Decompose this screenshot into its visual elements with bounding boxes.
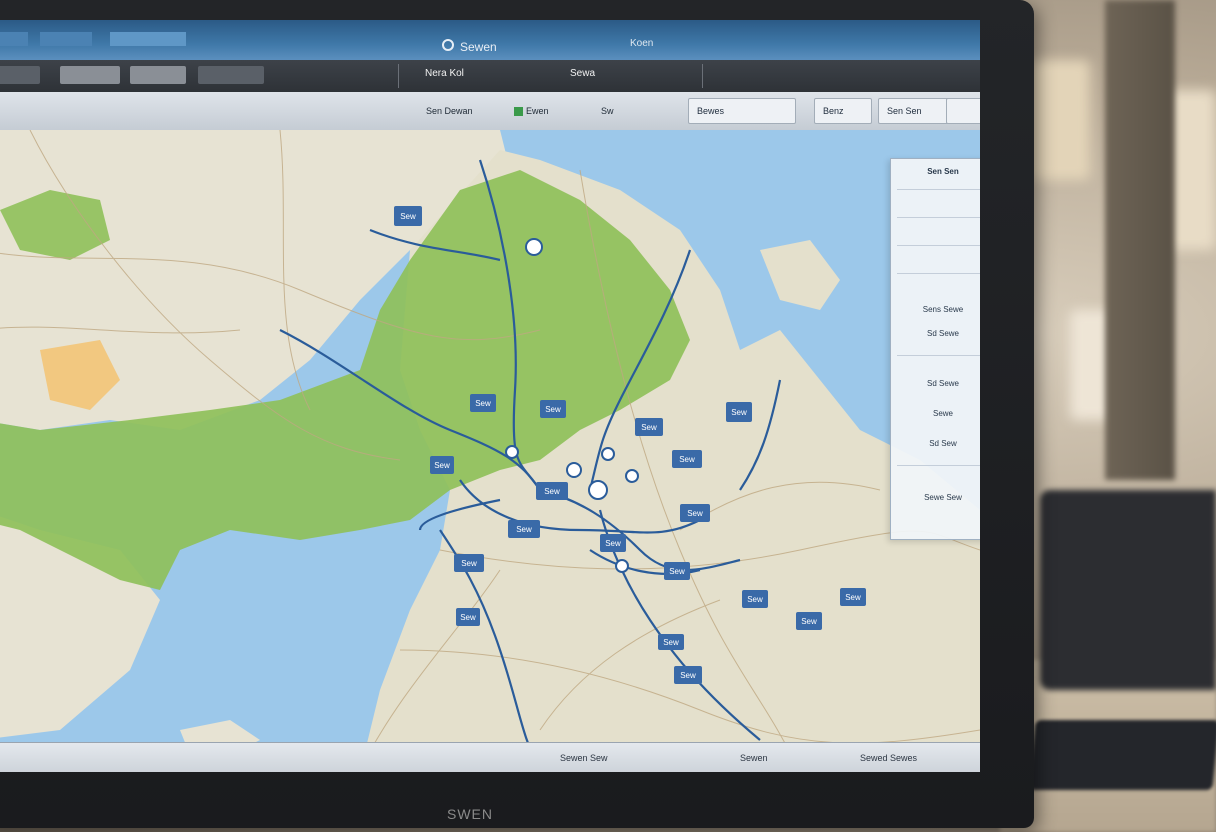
divider — [897, 355, 980, 356]
window-tab[interactable] — [110, 32, 186, 46]
window-tab[interactable] — [0, 32, 28, 46]
toolbar-button[interactable]: Bewes — [688, 98, 796, 124]
monitor-brand-logo: SWEN — [447, 806, 493, 822]
toolbar-button[interactable] — [130, 66, 186, 84]
toolbar-item[interactable]: Sen Dewan — [420, 102, 479, 120]
map-marker-label: Sew — [679, 455, 695, 464]
map-marker-label: Sew — [475, 399, 491, 408]
map-marker-label: Sew — [845, 593, 861, 602]
toolbar-item[interactable]: Ewen — [508, 102, 555, 120]
divider — [897, 273, 980, 274]
divider — [897, 189, 980, 190]
chair — [1040, 490, 1216, 690]
secondary-toolbar: Sen Dewan Ewen Sw Bewes Benz Sen Sen — [0, 92, 980, 131]
divider — [897, 465, 980, 466]
legend-item[interactable]: Sens Sewe — [899, 305, 980, 314]
status-right: Sewed Sewes — [860, 753, 918, 763]
window-label: Koen — [630, 38, 654, 49]
legend-panel[interactable]: Sen Sen Sens Sewe Sd Sewe Sd Sewe Sewe S… — [890, 158, 980, 540]
map-marker-label: Sew — [605, 539, 621, 548]
map-canvas[interactable]: Sew Sew Sew Sew Sew Sew Sew Sew Sew Sew Sew Sew Sew S… — [0, 130, 980, 772]
toolbar-mid-label: Sewa — [570, 68, 596, 79]
map-marker-label: Sew — [687, 509, 703, 518]
toolbar-item-label: Ewen — [526, 106, 549, 116]
map-marker-label: Sew — [516, 525, 532, 534]
map-marker-label: Sew — [801, 617, 817, 626]
map-marker-label: Sew — [545, 405, 561, 414]
screen: Sewen Koen Nera Kol Sewa Sen Dewan Ewen … — [0, 20, 980, 772]
location-pin-icon[interactable] — [615, 559, 629, 573]
map-marker-label: Sew — [461, 559, 477, 568]
divider — [897, 245, 980, 246]
toolbar-button[interactable] — [60, 66, 120, 84]
map-marker-label: Sew — [663, 638, 679, 647]
location-pin-icon[interactable] — [566, 462, 582, 478]
monitor: Sewen Koen Nera Kol Sewa Sen Dewan Ewen … — [0, 0, 1034, 828]
location-pin-icon[interactable] — [505, 445, 519, 459]
legend-item[interactable]: Sd Sewe — [899, 329, 980, 338]
map-svg: Sew Sew Sew Sew Sew Sew Sew Sew Sew Sew Sew Sew Sew S… — [0, 130, 980, 772]
window-title: Sewen — [460, 40, 497, 54]
toolbar-button[interactable] — [946, 98, 980, 124]
map-marker-label: Sew — [641, 423, 657, 432]
layer-icon — [514, 107, 523, 117]
legend-title: Sen Sen — [927, 167, 959, 176]
keyboard — [1028, 720, 1216, 790]
title-bar: Sewen Koen — [0, 20, 980, 60]
map-marker-label: Sew — [460, 613, 476, 622]
toolbar-button[interactable] — [198, 66, 264, 84]
legend-item[interactable]: Sewe Sew — [899, 493, 980, 502]
toolbar-separator — [398, 64, 399, 88]
location-pin-icon[interactable] — [525, 238, 543, 256]
main-toolbar: Nera Kol Sewa — [0, 60, 980, 92]
search-icon — [442, 39, 454, 51]
map-marker-label: Sew — [669, 567, 685, 576]
window-tab[interactable] — [40, 32, 92, 46]
status-left: Sewen Sew — [560, 753, 608, 763]
toolbar-button[interactable] — [0, 66, 40, 84]
legend-item[interactable]: Sewe — [899, 409, 980, 418]
location-pin-icon[interactable] — [588, 480, 608, 500]
toolbar-separator — [702, 64, 703, 88]
background-light — [1030, 60, 1090, 180]
legend-item[interactable]: Sd Sewe — [899, 379, 980, 388]
toolbar-button[interactable]: Benz — [814, 98, 872, 124]
location-pin-icon[interactable] — [625, 469, 639, 483]
map-marker-label: Sew — [544, 487, 560, 496]
toolbar-item[interactable]: Sw — [595, 102, 620, 120]
map-marker-label: Sew — [400, 212, 416, 221]
map-marker-label: Sew — [747, 595, 763, 604]
location-pin-icon[interactable] — [601, 447, 615, 461]
background-column — [1105, 0, 1175, 480]
divider — [897, 217, 980, 218]
toolbar-button[interactable]: Sen Sen — [878, 98, 956, 124]
legend-item[interactable]: Sd Sew — [899, 439, 980, 448]
map-marker-label: Sew — [434, 461, 450, 470]
map-marker-label: Sew — [731, 408, 747, 417]
toolbar-label: Nera Kol — [425, 68, 464, 79]
map-marker-label: Sew — [680, 671, 696, 680]
status-bar: Sewen Sew Sewen Sewed Sewes — [0, 742, 980, 772]
status-center: Sewen — [740, 753, 768, 763]
